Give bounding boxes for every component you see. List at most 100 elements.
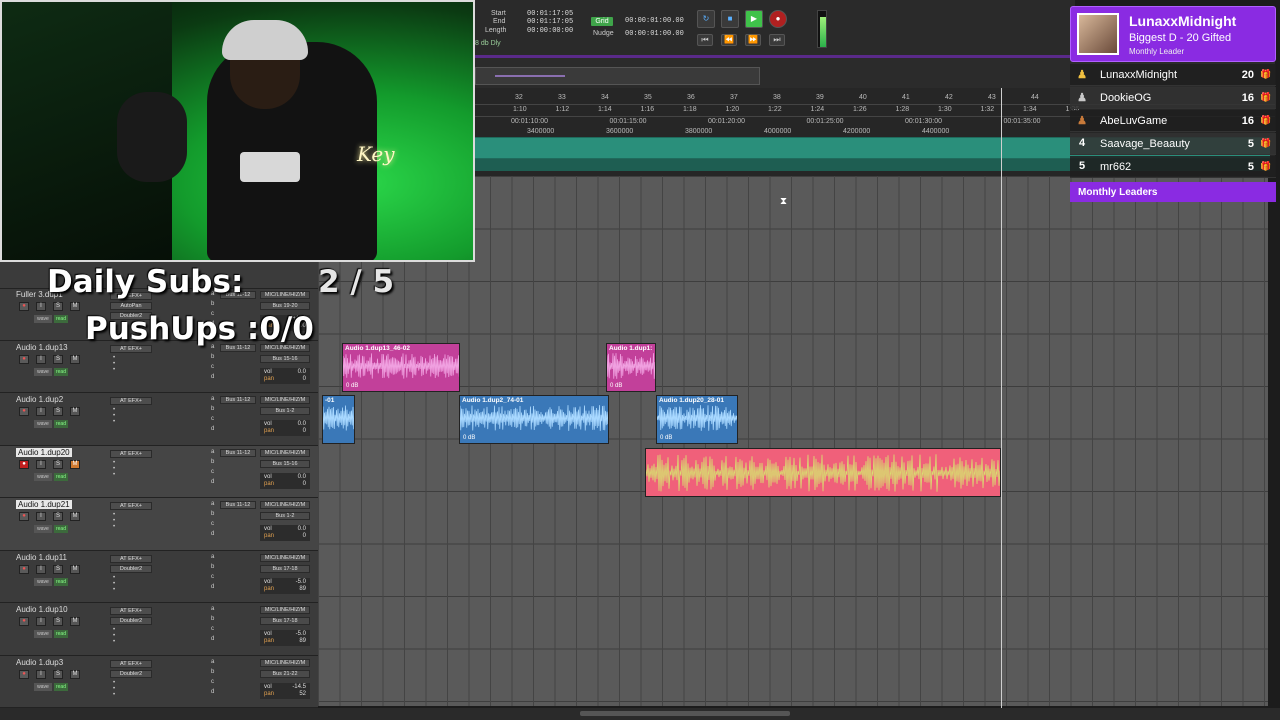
loop-icon[interactable]: ↻: [697, 10, 715, 28]
volume-value[interactable]: 0.0: [298, 474, 306, 480]
track-header[interactable]: Audio 1.dup10 ● I S Mwave read AT EFX+ Doubler2…: [0, 603, 318, 656]
view-selector[interactable]: wave: [34, 525, 52, 533]
solo-button[interactable]: S: [53, 512, 63, 521]
view-selector[interactable]: wave: [34, 630, 52, 638]
audio-clip[interactable]: Audio 1.dup1: 0 dB: [606, 343, 656, 392]
track-header[interactable]: Audio 1.dup20 ● I S Mwave read AT EFX+ • • • a b c d B…: [0, 445, 318, 498]
insert-slot[interactable]: AT EFX+: [110, 397, 152, 405]
audio-clip[interactable]: Audio 1.dup13_46-02 0 dB: [342, 343, 460, 392]
insert-empty-slots[interactable]: • • •: [113, 575, 115, 593]
track-name[interactable]: Audio 1.dup10: [16, 605, 68, 614]
send-slot[interactable]: Bus 11-12: [220, 448, 256, 457]
input-monitor-button[interactable]: I: [36, 512, 46, 521]
pan-value[interactable]: 0: [303, 481, 306, 487]
pan-value[interactable]: 89: [299, 586, 306, 592]
insert-empty-slots[interactable]: • • •: [113, 512, 115, 530]
volume-value[interactable]: -14.5: [292, 684, 306, 690]
track-name[interactable]: Audio 1.dup3: [16, 658, 63, 667]
output-selector[interactable]: Bus 15-16: [260, 459, 310, 468]
record-enable-button[interactable]: ●: [19, 669, 29, 679]
mute-button[interactable]: M: [70, 512, 80, 521]
output-selector[interactable]: Bus 15-16: [260, 354, 310, 363]
pan-value[interactable]: 0: [303, 376, 306, 382]
view-selector[interactable]: wave: [34, 315, 52, 323]
solo-button[interactable]: S: [53, 354, 63, 364]
edit-options[interactable]: 8 db Dly: [475, 40, 501, 47]
automation-mode[interactable]: read: [54, 525, 68, 533]
start-value[interactable]: 00:01:17:05: [527, 10, 573, 18]
volume-value[interactable]: 0.0: [298, 526, 306, 532]
solo-button[interactable]: S: [53, 669, 63, 679]
view-selector[interactable]: wave: [34, 420, 52, 428]
view-selector[interactable]: wave: [34, 472, 52, 481]
output-selector[interactable]: Bus 17-18: [260, 564, 310, 573]
mute-button[interactable]: M: [70, 354, 80, 364]
insert-slot[interactable]: AT EFX+: [110, 659, 152, 668]
volume-pan-box[interactable]: vol 0.0 pan 0: [260, 420, 310, 436]
go-to-end-icon[interactable]: ⏭: [769, 34, 785, 46]
volume-value[interactable]: 0.0: [298, 421, 306, 427]
volume-pan-box[interactable]: vol -5.0 pan 89: [260, 630, 310, 646]
insert-empty-slots[interactable]: • • •: [113, 355, 115, 373]
rewind-icon[interactable]: ⏪: [721, 34, 737, 46]
mute-button[interactable]: M: [70, 617, 80, 626]
pan-value[interactable]: 0: [303, 428, 306, 434]
pan-value[interactable]: 89: [299, 638, 306, 644]
automation-mode[interactable]: read: [54, 472, 68, 481]
solo-button[interactable]: S: [53, 617, 63, 626]
input-selector[interactable]: MIC/LINE/HIZ/M: [260, 291, 310, 299]
insert-slot[interactable]: AutoPan: [110, 302, 152, 310]
automation-mode[interactable]: read: [54, 682, 68, 691]
input-monitor-button[interactable]: I: [36, 459, 46, 469]
stop-icon[interactable]: ■: [721, 10, 739, 28]
send-slot[interactable]: Bus 11-12: [220, 501, 256, 509]
input-selector[interactable]: MIC/LINE/HIZ/M: [260, 553, 310, 562]
solo-button[interactable]: S: [53, 407, 63, 416]
input-selector[interactable]: MIC/LINE/HIZ/M: [260, 448, 310, 457]
input-monitor-button[interactable]: I: [36, 669, 46, 679]
record-icon[interactable]: ●: [769, 10, 787, 28]
insert-slot[interactable]: Doubler2: [110, 564, 152, 573]
track-header[interactable]: Audio 1.dup21 ● I S Mwave read AT EFX+ • • • a b c d B…: [0, 498, 318, 551]
track-header[interactable]: Audio 1.dup11 ● I S Mwave read AT EFX+ Doubler2…: [0, 550, 318, 603]
output-selector[interactable]: Bus 17-18: [260, 617, 310, 625]
track-header[interactable]: Audio 1.dup13 ● I S Mwave read AT EFX+ • • • a b c d B…: [0, 340, 318, 393]
insert-slot[interactable]: Doubler2: [110, 617, 152, 625]
horizontal-scrollbar[interactable]: [0, 708, 1280, 720]
record-enable-button[interactable]: ●: [19, 459, 29, 469]
track-header[interactable]: Audio 1.dup2 ● I S Mwave read AT EFX+ • • • a b c d Bu…: [0, 393, 318, 446]
mute-button[interactable]: M: [70, 669, 80, 679]
audio-clip[interactable]: -01: [322, 395, 355, 444]
input-monitor-button[interactable]: I: [36, 564, 46, 574]
volume-pan-box[interactable]: vol 0.0 pan 0: [260, 472, 310, 489]
input-monitor-button[interactable]: I: [36, 617, 46, 626]
track-name[interactable]: Audio 1.dup13: [16, 343, 68, 352]
output-selector[interactable]: Bus 1-2: [260, 512, 310, 520]
insert-empty-slots[interactable]: • • •: [113, 680, 115, 698]
record-enable-button[interactable]: ●: [19, 302, 29, 311]
mute-button[interactable]: M: [70, 302, 80, 311]
volume-value[interactable]: 0.0: [298, 369, 306, 375]
automation-mode[interactable]: read: [54, 577, 68, 586]
solo-button[interactable]: S: [53, 564, 63, 574]
automation-mode[interactable]: read: [54, 420, 68, 428]
insert-slot[interactable]: Doubler2: [110, 669, 152, 678]
volume-value[interactable]: -5.0: [296, 631, 306, 637]
output-selector[interactable]: Bus 21-22: [260, 669, 310, 678]
input-selector[interactable]: MIC/LINE/HIZ/M: [260, 501, 310, 509]
volume-pan-box[interactable]: vol 0.0 pan 0: [260, 525, 310, 541]
view-selector[interactable]: wave: [34, 367, 52, 376]
output-selector[interactable]: Bus 19-20: [260, 302, 310, 310]
input-selector[interactable]: MIC/LINE/HIZ/M: [260, 606, 310, 614]
input-monitor-button[interactable]: I: [36, 302, 46, 311]
insert-empty-slots[interactable]: • • •: [113, 460, 115, 478]
track-header[interactable]: Audio 1.dup3 ● I S Mwave read AT EFX+ Doubler2 •…: [0, 655, 318, 708]
length-value[interactable]: 00:00:00:00: [527, 27, 573, 35]
automation-mode[interactable]: read: [54, 367, 68, 376]
volume-value[interactable]: -5.0: [296, 579, 306, 585]
insert-empty-slots[interactable]: • • •: [113, 407, 115, 425]
play-icon[interactable]: ▶: [745, 10, 763, 28]
nudge-label[interactable]: Nudge: [593, 30, 614, 37]
volume-pan-box[interactable]: vol -14.5 pan 52: [260, 682, 310, 699]
pan-value[interactable]: 52: [299, 691, 306, 697]
